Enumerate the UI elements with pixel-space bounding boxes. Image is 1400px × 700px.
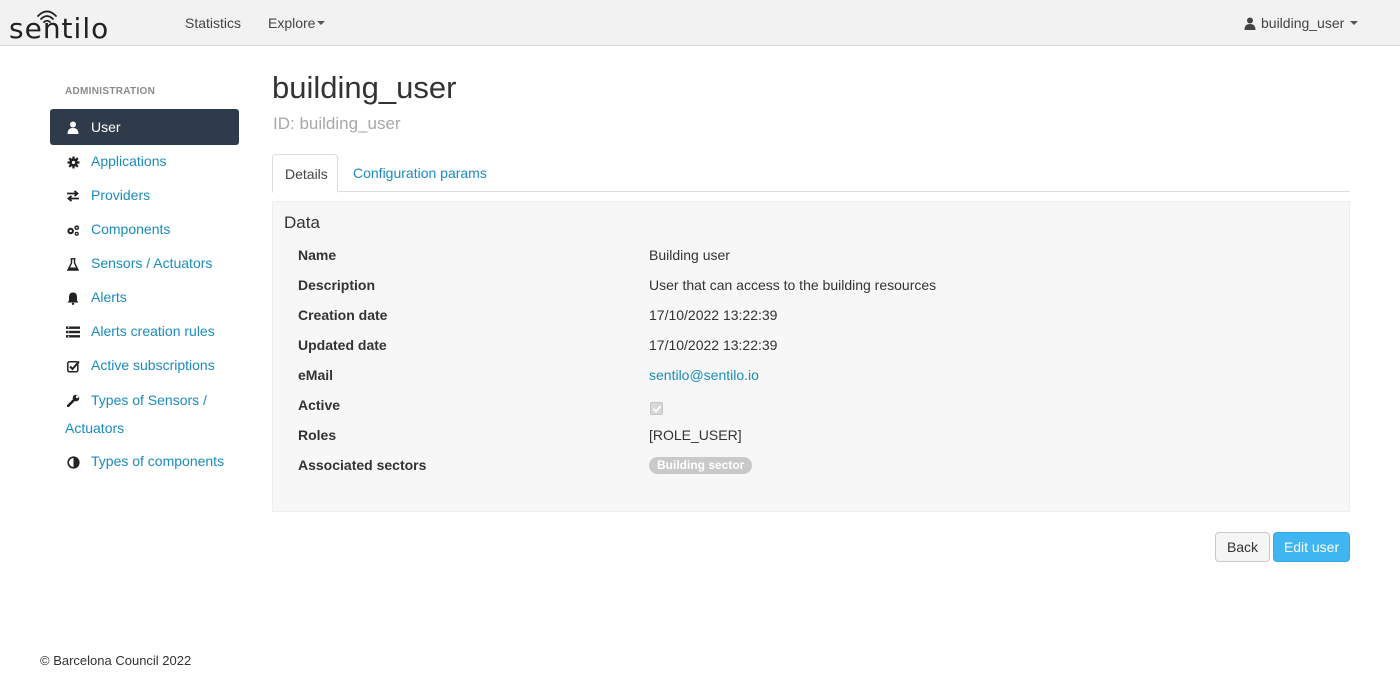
data-panel: Data Name Building user Description User…: [272, 201, 1350, 512]
page-subtitle: ID: building_user: [273, 114, 401, 133]
checkmark-icon: [652, 405, 662, 413]
tab-configuration-params[interactable]: Configuration params: [341, 154, 499, 192]
panel-title: Data: [284, 213, 320, 232]
sidebar-item-label-line1: Types of Sensors /: [91, 392, 207, 408]
flask-icon: [66, 257, 80, 271]
check-square-icon: [66, 359, 80, 373]
exchange-icon: [66, 189, 80, 203]
user-menu-dropdown[interactable]: building_user: [1244, 15, 1359, 33]
name-value: Building user: [649, 247, 730, 263]
edit-user-button[interactable]: Edit user: [1273, 532, 1350, 562]
associated-sectors-label: Associated sectors: [298, 457, 427, 473]
contrast-icon: [66, 455, 80, 469]
sidebar-item-label: Alerts: [91, 289, 127, 305]
bell-icon: [66, 291, 80, 305]
sidebar-item-sensors-actuators[interactable]: Sensors / Actuators: [50, 255, 239, 275]
sidebar-item-providers[interactable]: Providers: [50, 187, 239, 207]
sidebar-item-types-of-components[interactable]: Types of components: [50, 453, 239, 473]
active-label: Active: [298, 397, 341, 413]
footer-copyright: © Barcelona Council 2022: [40, 653, 192, 668]
page-title: building_user: [272, 70, 457, 105]
sidebar-item-label: Components: [91, 221, 171, 237]
sidebar-header: ADMINISTRATION: [65, 86, 156, 97]
sidebar-item-components[interactable]: Components: [50, 221, 239, 241]
sector-badge: Building sector: [649, 457, 753, 474]
sidebar-item-types-of-sensors-actuators[interactable]: Types of Sensors / Actuators: [65, 386, 235, 442]
sidebar-item-label: Providers: [91, 187, 151, 203]
creation-date-label: Creation date: [298, 307, 388, 323]
description-value: User that can access to the building res…: [649, 277, 937, 293]
sidebar-item-label: Types of components: [91, 453, 225, 469]
sidebar-item-label: Applications: [91, 153, 167, 169]
sidebar-item-label: Alerts creation rules: [91, 323, 215, 339]
creation-date-value: 17/10/2022 13:22:39: [649, 307, 778, 323]
user-menu-name: building_user: [1261, 15, 1345, 31]
nav-explore-dropdown[interactable]: Explore: [268, 15, 326, 31]
sidebar-item-alerts-creation-rules[interactable]: Alerts creation rules: [50, 323, 239, 343]
active-checkbox: [650, 402, 663, 415]
back-button[interactable]: Back: [1215, 532, 1270, 562]
gears-icon: [66, 223, 80, 237]
nav-statistics[interactable]: Statistics: [185, 15, 241, 31]
sentilo-logo-graphic: sentilo: [9, 10, 109, 42]
sidebar-item-label: User: [91, 119, 121, 135]
roles-label: Roles: [298, 427, 337, 443]
email-link[interactable]: sentilo@sentilo.io: [649, 367, 759, 383]
sidebar-item-label-line2: Actuators: [65, 420, 125, 436]
name-label: Name: [298, 247, 337, 263]
gear-icon: [66, 155, 80, 169]
sidebar-item-label: Active subscriptions: [91, 357, 215, 373]
description-label: Description: [298, 277, 376, 293]
tab-bar: Details Configuration params: [272, 154, 1350, 193]
user-icon: [66, 120, 80, 134]
svg-text:sentilo: sentilo: [9, 12, 109, 42]
user-icon: [1244, 17, 1256, 33]
sidebar-item-alerts[interactable]: Alerts: [50, 289, 239, 309]
email-label: eMail: [298, 367, 334, 383]
tab-details[interactable]: Details: [272, 154, 338, 193]
chevron-down-icon: [317, 21, 326, 26]
top-navbar: sentilo Statistics Explore building_user: [0, 0, 1400, 46]
chevron-down-icon: [1350, 21, 1359, 26]
nav-explore-label: Explore: [268, 15, 316, 31]
roles-value: [ROLE_USER]: [649, 427, 742, 443]
sidebar-item-active-subscriptions[interactable]: Active subscriptions: [50, 357, 239, 377]
sidebar-item-applications[interactable]: Applications: [50, 153, 239, 173]
list-icon: [66, 325, 80, 339]
sidebar-item-user[interactable]: User: [50, 109, 239, 145]
sentilo-logo[interactable]: sentilo: [9, 4, 143, 42]
sidebar-item-label: Sensors / Actuators: [91, 255, 213, 271]
updated-date-value: 17/10/2022 13:22:39: [649, 337, 778, 353]
updated-date-label: Updated date: [298, 337, 387, 353]
